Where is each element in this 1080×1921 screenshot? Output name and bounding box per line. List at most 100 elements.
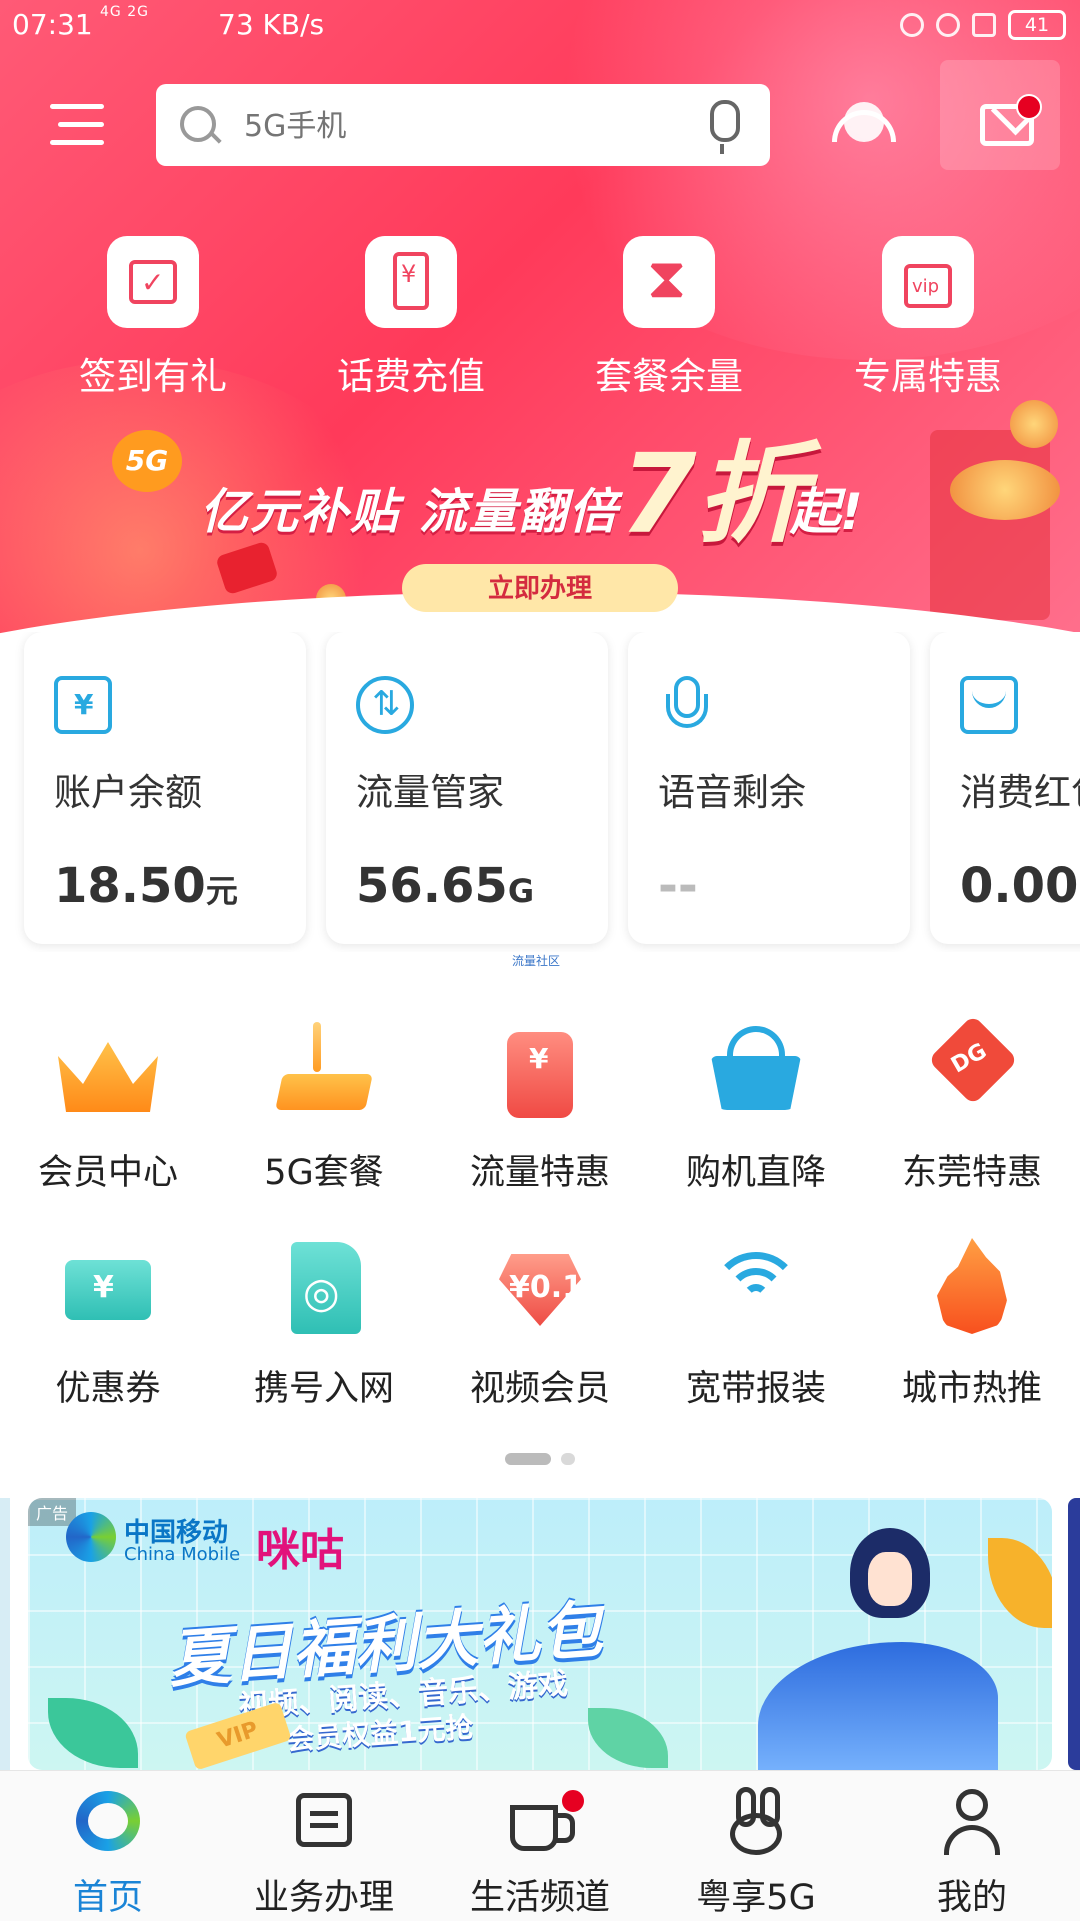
hourglass-icon (623, 236, 715, 328)
network-speed: 73 KB/s (218, 8, 325, 41)
service-broadband[interactable]: 宽带报装 (656, 1232, 856, 1411)
service-dongguan-deal[interactable]: DG 东莞特惠 (872, 1014, 1072, 1195)
service-label: 流量特惠 (469, 1153, 610, 1193)
business-icon (288, 1785, 360, 1857)
status-time: 07:31 (12, 8, 93, 41)
service-label: 5G套餐 (264, 1153, 384, 1193)
menu-icon[interactable] (50, 100, 104, 150)
hero-coin (950, 460, 1060, 520)
apply-now-button[interactable]: 立即办理 (402, 564, 678, 612)
china-mobile-logo-icon (72, 1785, 144, 1857)
tab-label: 生活频道 (469, 1878, 610, 1918)
ad-prev-peek[interactable] (0, 1498, 10, 1770)
promo-discount[interactable]: 7折 (620, 404, 807, 564)
signal-icon: 4G 2G (100, 4, 149, 20)
tab-5g[interactable]: 粤享5G (648, 1785, 864, 1920)
card-title: 账户余额 (54, 771, 202, 814)
tab-life[interactable]: 生活频道 (432, 1785, 648, 1920)
tab-me[interactable]: 我的 (864, 1785, 1080, 1920)
service-phone-discount[interactable]: 购机直降 (656, 1016, 856, 1195)
service-5g-plan[interactable]: 5G套餐 (224, 1016, 424, 1195)
service-label: 宽带报装 (685, 1369, 826, 1409)
5g-badge: 5G (112, 430, 182, 492)
search-bar[interactable] (156, 84, 770, 166)
service-label: 会员中心 (37, 1153, 178, 1193)
service-label: 城市热推 (901, 1369, 1042, 1409)
flame-icon (917, 1232, 1027, 1342)
card-data-manager[interactable]: 流量管家 56.65G (326, 632, 608, 944)
message-badge (1016, 94, 1042, 120)
5g-phone-icon (269, 1016, 379, 1126)
ad-illustration (758, 1522, 998, 1770)
quick-action-label: 话费充值 (337, 355, 485, 398)
service-video-vip[interactable]: ¥0.1 视频会员 (440, 1232, 640, 1411)
battery-icon: 41 (1008, 10, 1066, 40)
quick-action-balance[interactable]: 套餐余量 (589, 236, 749, 400)
customer-service-icon[interactable] (830, 96, 898, 156)
location-icon (936, 13, 960, 37)
card-unit: 元 (205, 872, 238, 910)
hero-header: 07:31 4G 2G 73 KB/s 41 签到有礼 话费充值 套餐余量 专属… (0, 0, 1080, 640)
card-title: 消费红包 (960, 771, 1080, 814)
dg-tag-icon: DG (917, 1014, 1027, 1126)
quick-action-label: 专属特惠 (854, 355, 1002, 398)
tab-business[interactable]: 业务办理 (216, 1785, 432, 1920)
card-red-packet[interactable]: 消费红包 0.00 (930, 632, 1080, 944)
lock-rotation-icon (900, 13, 924, 37)
card-value: 18.50元 (54, 858, 238, 914)
card-title: 语音剩余 (658, 771, 806, 814)
search-input[interactable] (242, 98, 666, 154)
tab-label: 业务办理 (253, 1878, 394, 1918)
card-unit: G (507, 872, 535, 910)
page-indicator (0, 1450, 1080, 1469)
card-account-balance[interactable]: 账户余额 18.50元 (24, 632, 306, 944)
vip-bag-icon (882, 236, 974, 328)
ad-next-peek[interactable] (1068, 1498, 1080, 1770)
red-envelope-icon (960, 676, 1018, 734)
service-label: 携号入网 (253, 1369, 394, 1409)
sim-card-icon (269, 1232, 379, 1342)
bluetooth-icon (972, 13, 996, 37)
account-cards: 账户余额 18.50元 流量管家 56.65G 语音剩余 -- 消费红包 0.0… (0, 632, 1080, 952)
service-city-hot[interactable]: 城市热推 (872, 1232, 1072, 1411)
quick-action-label: 套餐余量 (595, 355, 743, 398)
ad-brand-en: China Mobile (124, 1544, 241, 1565)
tab-home[interactable]: 首页 (0, 1785, 216, 1920)
promo-headline[interactable]: 亿元补贴 流量翻倍 (200, 472, 619, 542)
service-member-center[interactable]: 会员中心 (8, 1016, 208, 1195)
rabbit-icon (720, 1785, 792, 1857)
hero-building (930, 430, 1050, 620)
data-flow-icon (356, 676, 414, 734)
quick-action-vip[interactable]: 专属特惠 (848, 236, 1008, 400)
coupon-ticket-icon (53, 1232, 163, 1342)
card-voice-remaining[interactable]: 语音剩余 -- (628, 632, 910, 944)
calendar-check-icon (107, 236, 199, 328)
shopping-basket-icon (701, 1016, 811, 1126)
page-dot-active (505, 1453, 551, 1465)
service-label: 东莞特惠 (901, 1153, 1042, 1193)
card-value: -- (658, 858, 698, 914)
data-coupon-icon (485, 1016, 595, 1126)
notification-badge (560, 1788, 586, 1814)
hero-coin (1010, 400, 1058, 448)
ad-banner[interactable]: 广告 中国移动 China Mobile 咪咕 夏日福利大礼包 视频、阅读、音乐… (28, 1498, 1052, 1770)
quick-action-label: 签到有礼 (79, 355, 227, 398)
tab-label: 粤享5G (696, 1878, 816, 1918)
quick-action-checkin[interactable]: 签到有礼 (73, 236, 233, 400)
person-icon (936, 1785, 1008, 1857)
quick-action-recharge[interactable]: 话费充值 (331, 236, 491, 400)
ad-tag: 广告 (28, 1498, 77, 1526)
service-data-deal[interactable]: 流量特惠 (440, 1016, 640, 1195)
voice-search-icon[interactable] (710, 100, 740, 154)
tab-label: 首页 (72, 1878, 143, 1918)
status-bar: 07:31 4G 2G 73 KB/s 41 (0, 0, 1080, 52)
service-label: 视频会员 (469, 1369, 610, 1409)
promo-tail: 起! (790, 483, 863, 541)
service-label: 优惠券 (55, 1369, 161, 1409)
service-coupons[interactable]: 优惠券 (8, 1232, 208, 1411)
service-number-porting[interactable]: 携号入网 (224, 1232, 424, 1411)
status-icons: 41 (900, 10, 1066, 40)
card-title: 流量管家 (356, 771, 504, 814)
data-community-link[interactable]: 流量社区 (512, 952, 560, 969)
service-label: 购机直降 (685, 1153, 826, 1193)
